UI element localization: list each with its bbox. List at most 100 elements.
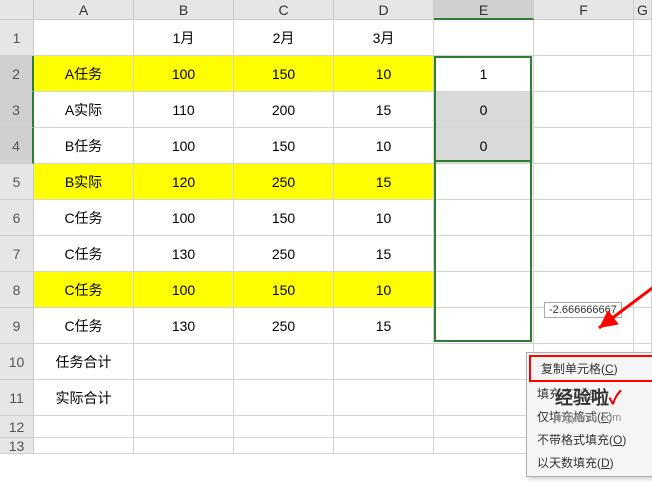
cell-A5[interactable]: B实际 bbox=[34, 164, 134, 200]
cell-E3[interactable]: 0 bbox=[434, 92, 534, 128]
cell-B7[interactable]: 130 bbox=[134, 236, 234, 272]
cell-D4[interactable]: 10 bbox=[334, 128, 434, 164]
cell-F3[interactable] bbox=[534, 92, 634, 128]
cell-E2[interactable]: 1 bbox=[434, 56, 534, 92]
cell-G1[interactable] bbox=[634, 20, 652, 56]
menu-item-3[interactable]: 不带格式填充(O) bbox=[527, 428, 652, 451]
cell-A9[interactable]: C任务 bbox=[34, 308, 134, 344]
cell-F6[interactable] bbox=[534, 200, 634, 236]
cell-A3[interactable]: A实际 bbox=[34, 92, 134, 128]
cell-D5[interactable]: 15 bbox=[334, 164, 434, 200]
cell-C6[interactable]: 150 bbox=[234, 200, 334, 236]
cell-C7[interactable]: 250 bbox=[234, 236, 334, 272]
row-header-3[interactable]: 3 bbox=[0, 92, 34, 128]
cell-D11[interactable] bbox=[334, 380, 434, 416]
cell-A4[interactable]: B任务 bbox=[34, 128, 134, 164]
cell-C1[interactable]: 2月 bbox=[234, 20, 334, 56]
cell-B4[interactable]: 100 bbox=[134, 128, 234, 164]
cell-A6[interactable]: C任务 bbox=[34, 200, 134, 236]
cell-D2[interactable]: 10 bbox=[334, 56, 434, 92]
cell-A2[interactable]: A任务 bbox=[34, 56, 134, 92]
cell-B1[interactable]: 1月 bbox=[134, 20, 234, 56]
cell-D10[interactable] bbox=[334, 344, 434, 380]
row-header-5[interactable]: 5 bbox=[0, 164, 34, 200]
cell-B10[interactable] bbox=[134, 344, 234, 380]
cell-G3[interactable] bbox=[634, 92, 652, 128]
row-header-10[interactable]: 10 bbox=[0, 344, 34, 380]
row-header-12[interactable]: 12 bbox=[0, 416, 34, 438]
cell-D7[interactable]: 15 bbox=[334, 236, 434, 272]
cell-B6[interactable]: 100 bbox=[134, 200, 234, 236]
row-header-2[interactable]: 2 bbox=[0, 56, 34, 92]
cell-E7[interactable] bbox=[434, 236, 534, 272]
cell-E9[interactable] bbox=[434, 308, 534, 344]
cell-F7[interactable] bbox=[534, 236, 634, 272]
row-header-4[interactable]: 4 bbox=[0, 128, 34, 164]
column-header-B[interactable]: B bbox=[134, 0, 234, 20]
select-all-corner[interactable] bbox=[0, 0, 34, 20]
row-header-11[interactable]: 11 bbox=[0, 380, 34, 416]
column-header-C[interactable]: C bbox=[234, 0, 334, 20]
cell-B8[interactable]: 100 bbox=[134, 272, 234, 308]
cell-E1[interactable] bbox=[434, 20, 534, 56]
cell-E12[interactable] bbox=[434, 416, 534, 438]
cell-G7[interactable] bbox=[634, 236, 652, 272]
cell-A10[interactable]: 任务合计 bbox=[34, 344, 134, 380]
column-header-E[interactable]: E bbox=[434, 0, 534, 20]
row-header-1[interactable]: 1 bbox=[0, 20, 34, 56]
cell-A11[interactable]: 实际合计 bbox=[34, 380, 134, 416]
column-header-D[interactable]: D bbox=[334, 0, 434, 20]
cell-F2[interactable] bbox=[534, 56, 634, 92]
cell-C13[interactable] bbox=[234, 438, 334, 454]
cell-C11[interactable] bbox=[234, 380, 334, 416]
row-header-9[interactable]: 9 bbox=[0, 308, 34, 344]
cell-C4[interactable]: 150 bbox=[234, 128, 334, 164]
cell-C2[interactable]: 150 bbox=[234, 56, 334, 92]
column-header-G[interactable]: G bbox=[634, 0, 652, 20]
cell-C10[interactable] bbox=[234, 344, 334, 380]
cell-F4[interactable] bbox=[534, 128, 634, 164]
cell-B13[interactable] bbox=[134, 438, 234, 454]
column-header-A[interactable]: A bbox=[34, 0, 134, 20]
cell-G5[interactable] bbox=[634, 164, 652, 200]
cell-E8[interactable] bbox=[434, 272, 534, 308]
cell-G2[interactable] bbox=[634, 56, 652, 92]
row-header-8[interactable]: 8 bbox=[0, 272, 34, 308]
cell-E10[interactable] bbox=[434, 344, 534, 380]
cell-C9[interactable]: 250 bbox=[234, 308, 334, 344]
cell-E13[interactable] bbox=[434, 438, 534, 454]
cell-D1[interactable]: 3月 bbox=[334, 20, 434, 56]
cell-D9[interactable]: 15 bbox=[334, 308, 434, 344]
row-header-7[interactable]: 7 bbox=[0, 236, 34, 272]
cell-B11[interactable] bbox=[134, 380, 234, 416]
cell-E4[interactable]: 0 bbox=[434, 128, 534, 164]
cell-B12[interactable] bbox=[134, 416, 234, 438]
cell-E6[interactable] bbox=[434, 200, 534, 236]
row-header-13[interactable]: 13 bbox=[0, 438, 34, 454]
cell-B9[interactable]: 130 bbox=[134, 308, 234, 344]
cell-D3[interactable]: 15 bbox=[334, 92, 434, 128]
cell-F5[interactable] bbox=[534, 164, 634, 200]
cell-D8[interactable]: 10 bbox=[334, 272, 434, 308]
cell-C3[interactable]: 200 bbox=[234, 92, 334, 128]
cell-F1[interactable] bbox=[534, 20, 634, 56]
cell-B5[interactable]: 120 bbox=[134, 164, 234, 200]
cell-G4[interactable] bbox=[634, 128, 652, 164]
cell-B2[interactable]: 100 bbox=[134, 56, 234, 92]
cell-D13[interactable] bbox=[334, 438, 434, 454]
cell-A8[interactable]: C任务 bbox=[34, 272, 134, 308]
cell-G8[interactable] bbox=[634, 272, 652, 308]
cell-E11[interactable] bbox=[434, 380, 534, 416]
column-header-F[interactable]: F bbox=[534, 0, 634, 20]
cell-C5[interactable]: 250 bbox=[234, 164, 334, 200]
cell-A13[interactable] bbox=[34, 438, 134, 454]
cell-C12[interactable] bbox=[234, 416, 334, 438]
cell-C8[interactable]: 150 bbox=[234, 272, 334, 308]
cell-D12[interactable] bbox=[334, 416, 434, 438]
row-header-6[interactable]: 6 bbox=[0, 200, 34, 236]
cell-E5[interactable] bbox=[434, 164, 534, 200]
cell-G6[interactable] bbox=[634, 200, 652, 236]
cell-A12[interactable] bbox=[34, 416, 134, 438]
cell-G9[interactable] bbox=[634, 308, 652, 344]
cell-A7[interactable]: C任务 bbox=[34, 236, 134, 272]
